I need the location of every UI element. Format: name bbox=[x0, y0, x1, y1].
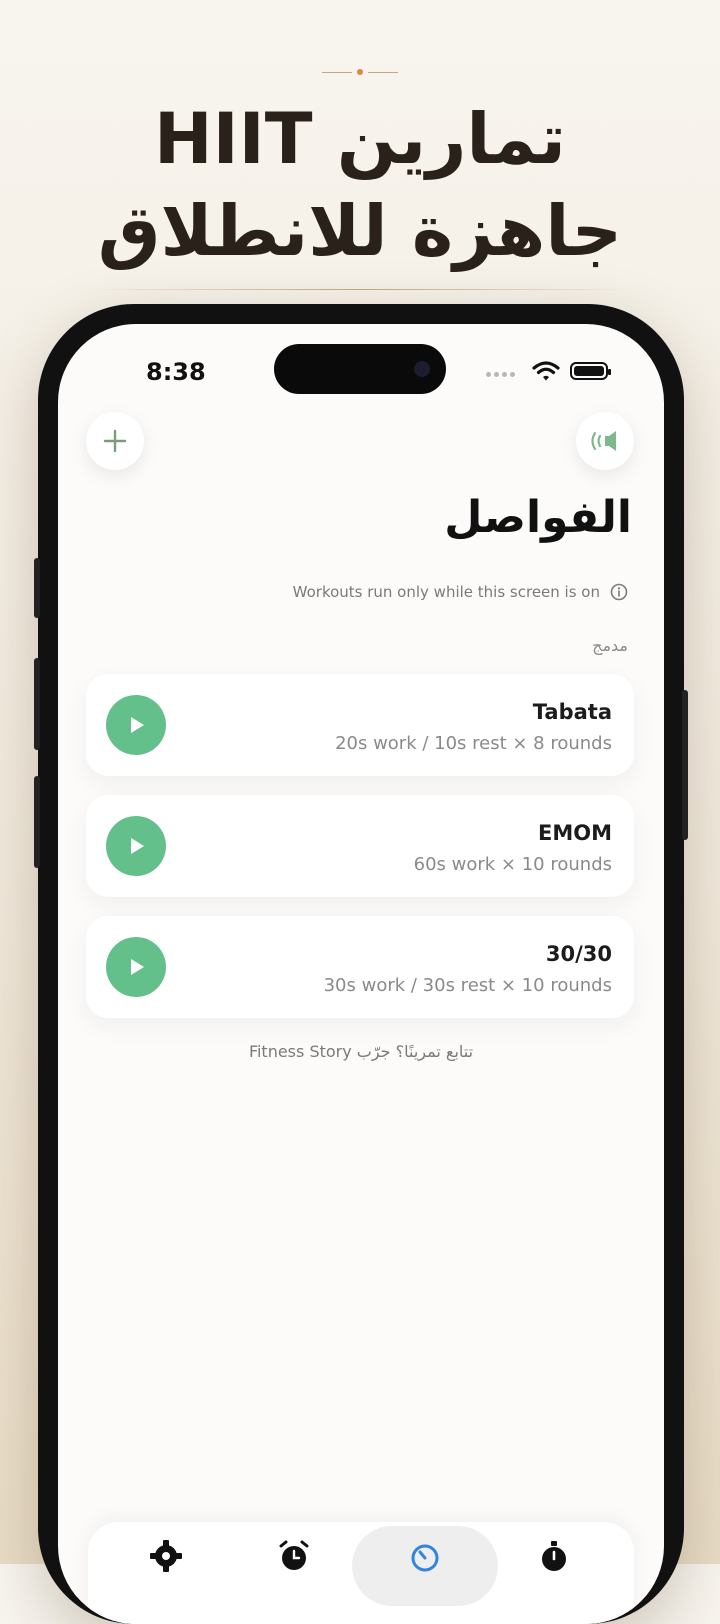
workout-name: Tabata bbox=[532, 700, 612, 724]
tab-settings[interactable] bbox=[146, 1536, 186, 1576]
workout-description: 30s work / 30s rest × 10 rounds bbox=[323, 975, 612, 996]
workout-card-30-30[interactable]: 30/30 30s work / 30s rest × 10 rounds bbox=[86, 916, 634, 1018]
tab-stopwatch[interactable] bbox=[534, 1536, 574, 1576]
status-time: 8:38 bbox=[146, 358, 206, 386]
play-button[interactable] bbox=[106, 816, 166, 876]
screen-on-notice: Workouts run only while this screen is o… bbox=[293, 583, 628, 601]
fitness-story-link[interactable]: تتابع تمرينًا؟ جرّب Fitness Story bbox=[58, 1042, 664, 1061]
tab-alarm[interactable] bbox=[274, 1536, 314, 1576]
play-icon bbox=[131, 717, 144, 733]
workout-description: 60s work × 10 rounds bbox=[413, 854, 612, 875]
workout-card-tabata[interactable]: Tabata 20s work / 10s rest × 8 rounds bbox=[86, 674, 634, 776]
status-icons bbox=[474, 358, 614, 381]
plus-icon bbox=[103, 429, 127, 453]
info-icon[interactable] bbox=[610, 583, 628, 601]
page-title: الفواصل bbox=[444, 492, 632, 543]
wifi-icon bbox=[532, 361, 560, 381]
headline-line-2: جاهزة للانطلاق bbox=[97, 190, 623, 272]
gear-icon bbox=[150, 1540, 182, 1572]
app-screen: 8:38 الفواصل Workouts run only while thi… bbox=[58, 324, 664, 1624]
tab-bar bbox=[88, 1522, 634, 1624]
speaker-icon bbox=[591, 431, 616, 451]
top-ornament bbox=[322, 66, 398, 78]
notice-text: Workouts run only while this screen is o… bbox=[292, 583, 600, 601]
workout-card-emom[interactable]: EMOM 60s work × 10 rounds bbox=[86, 795, 634, 897]
headline-line-1: تمارين HIIT bbox=[154, 98, 566, 180]
dynamic-island bbox=[274, 344, 446, 394]
signal-dots-icon bbox=[486, 372, 518, 378]
play-icon bbox=[131, 838, 144, 854]
play-icon bbox=[131, 959, 144, 975]
alarm-icon bbox=[279, 1540, 309, 1570]
sound-button[interactable] bbox=[576, 412, 634, 470]
workout-name: 30/30 bbox=[545, 942, 612, 966]
headline-divider bbox=[90, 289, 630, 290]
section-label: مدمج bbox=[592, 636, 628, 655]
play-button[interactable] bbox=[106, 695, 166, 755]
play-button[interactable] bbox=[106, 937, 166, 997]
workout-description: 20s work / 10s rest × 8 rounds bbox=[335, 733, 612, 754]
tab-timer[interactable] bbox=[405, 1536, 445, 1576]
workout-name: EMOM bbox=[538, 821, 612, 845]
timer-icon bbox=[411, 1544, 439, 1572]
stopwatch-icon bbox=[542, 1541, 566, 1571]
add-button[interactable] bbox=[86, 412, 144, 470]
battery-icon bbox=[570, 362, 611, 380]
